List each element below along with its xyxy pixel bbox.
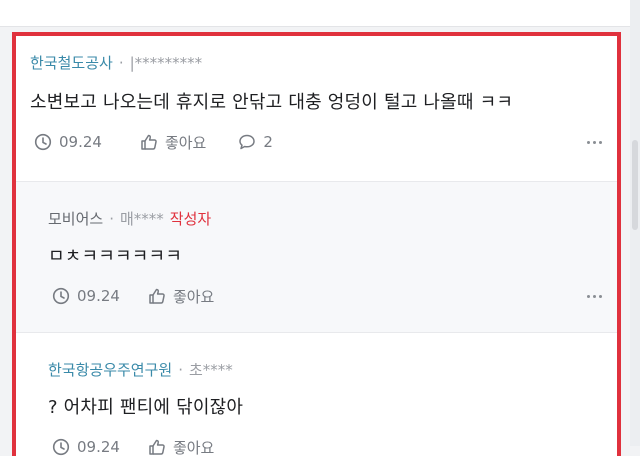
like-label: 좋아요: [173, 286, 214, 307]
thumbs-up-icon: [140, 133, 158, 151]
comment-time-text: 09.24: [77, 438, 120, 456]
comment-text: ㅁㅊㅋㅋㅋㅋㅋㅋ: [48, 242, 182, 268]
comment-time-text: 09.24: [59, 133, 102, 151]
scrollbar-thumb[interactable]: [632, 140, 638, 230]
comment-meta: 한국철도공사 · |*********: [30, 52, 202, 73]
meta-separator: ·: [119, 54, 124, 72]
like-label: 좋아요: [173, 437, 214, 456]
reply-button[interactable]: 2: [238, 133, 273, 151]
top-bar: [0, 0, 640, 27]
comment-item: 한국항공우주연구원 · 초**** ? 어차피 팬티에 닦이잖아 09.24 좋아요: [16, 333, 617, 456]
author-badge: 작성자: [170, 210, 211, 228]
comment-actions: 09.24 좋아요: [52, 436, 238, 456]
meta-separator: ·: [178, 361, 183, 379]
thumbs-up-icon: [148, 287, 166, 305]
like-button[interactable]: 좋아요: [148, 286, 214, 307]
speech-bubble-icon: [238, 133, 256, 151]
comment-text: ? 어차피 팬티에 닦이잖아: [48, 393, 243, 419]
scrollbar[interactable]: [630, 0, 640, 446]
comment-meta: 모비어스 · 매**** 작성자: [48, 208, 211, 229]
comment-time-text: 09.24: [77, 287, 120, 305]
comment-time: 09.24: [52, 287, 120, 305]
comment-user-id: 매****: [120, 210, 164, 228]
like-button[interactable]: 좋아요: [140, 132, 206, 153]
comment-user-id: 초****: [189, 361, 233, 379]
thumbs-up-icon: [148, 438, 166, 456]
more-dots-icon[interactable]: [587, 295, 602, 298]
reply-count: 2: [263, 133, 273, 151]
comment-author[interactable]: 모비어스: [48, 210, 103, 228]
comment-time: 09.24: [34, 133, 102, 151]
clock-icon: [52, 438, 70, 456]
comment-author[interactable]: 한국철도공사: [30, 54, 113, 72]
highlight-frame: 한국철도공사 · |********* 소변보고 나오는데 휴지로 안닦고 대충 엉…: [12, 32, 621, 456]
comment-item: 모비어스 · 매**** 작성자 ㅁㅊㅋㅋㅋㅋㅋㅋ 09.24 좋아요: [16, 182, 617, 333]
more-dots-icon[interactable]: [587, 141, 602, 144]
like-button[interactable]: 좋아요: [148, 437, 214, 456]
comment-author[interactable]: 한국항공우주연구원: [48, 361, 172, 379]
clock-icon: [52, 287, 70, 305]
comment-text: 소변보고 나오는데 휴지로 안닦고 대충 엉덩이 털고 나올때 ㅋㅋ: [30, 88, 513, 114]
comment-user-id: |*********: [130, 54, 203, 72]
meta-separator: ·: [109, 210, 114, 228]
comment-actions: 09.24 좋아요: [52, 285, 238, 307]
comment-time: 09.24: [52, 438, 120, 456]
like-label: 좋아요: [165, 132, 206, 153]
clock-icon: [34, 133, 52, 151]
comment-meta: 한국항공우주연구원 · 초****: [48, 359, 233, 380]
comment-actions: 09.24 좋아요 2: [34, 131, 297, 153]
comment-item: 한국철도공사 · |********* 소변보고 나오는데 휴지로 안닦고 대충 엉…: [16, 36, 617, 182]
